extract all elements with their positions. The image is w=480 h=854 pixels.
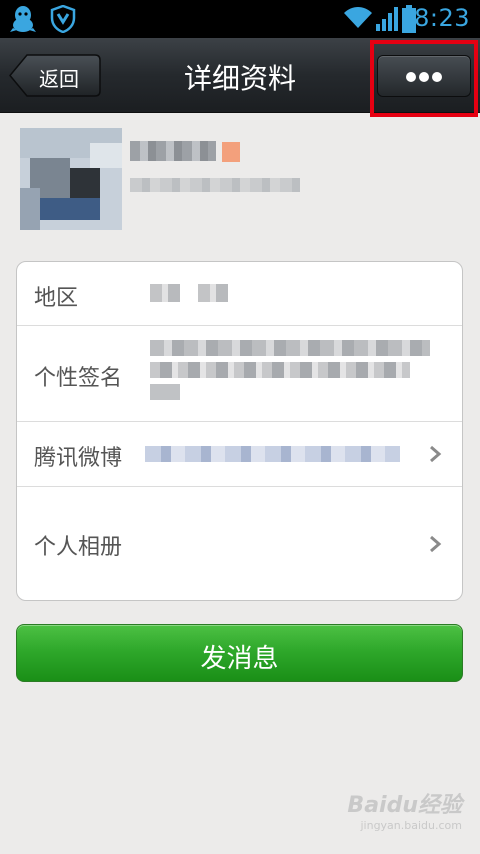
- region-value: [150, 284, 240, 302]
- more-options-button[interactable]: [377, 55, 471, 97]
- personal-album-row[interactable]: 个人相册: [17, 487, 462, 601]
- signal-icon: [375, 6, 399, 36]
- personal-album-label: 个人相册: [34, 535, 123, 560]
- avatar[interactable]: [20, 128, 122, 230]
- tencent-weibo-label: 腾讯微博: [34, 446, 123, 471]
- tencent-weibo-value: [145, 446, 400, 462]
- signature-value: [150, 340, 430, 356]
- nickname: [130, 141, 216, 161]
- more-dots-icon: [406, 72, 416, 82]
- watermark-logo: Baidu经验 jingyan.baidu.com: [347, 793, 462, 832]
- region-row: 地区: [17, 262, 462, 326]
- signature-label: 个性签名: [34, 366, 123, 391]
- wifi-icon: [343, 6, 373, 34]
- clock-time: 8:23: [414, 4, 470, 32]
- status-bar: 8:23: [0, 0, 480, 38]
- gender-badge: [222, 142, 240, 162]
- chevron-right-icon: [430, 445, 442, 463]
- send-message-label: 发消息: [200, 644, 279, 674]
- chevron-right-icon: [430, 535, 442, 553]
- tencent-weibo-row[interactable]: 腾讯微博: [17, 422, 462, 486]
- send-message-button[interactable]: 发消息: [16, 624, 463, 682]
- shield-icon: [50, 4, 76, 37]
- signature-row: 个性签名: [17, 326, 462, 421]
- region-label: 地区: [34, 286, 79, 311]
- nav-bar: 返回 详细资料: [0, 38, 480, 113]
- qq-penguin-icon: [10, 5, 36, 37]
- info-card: 地区 个性签名 腾讯微博 个人相册: [16, 261, 463, 601]
- wechat-id: [130, 178, 300, 192]
